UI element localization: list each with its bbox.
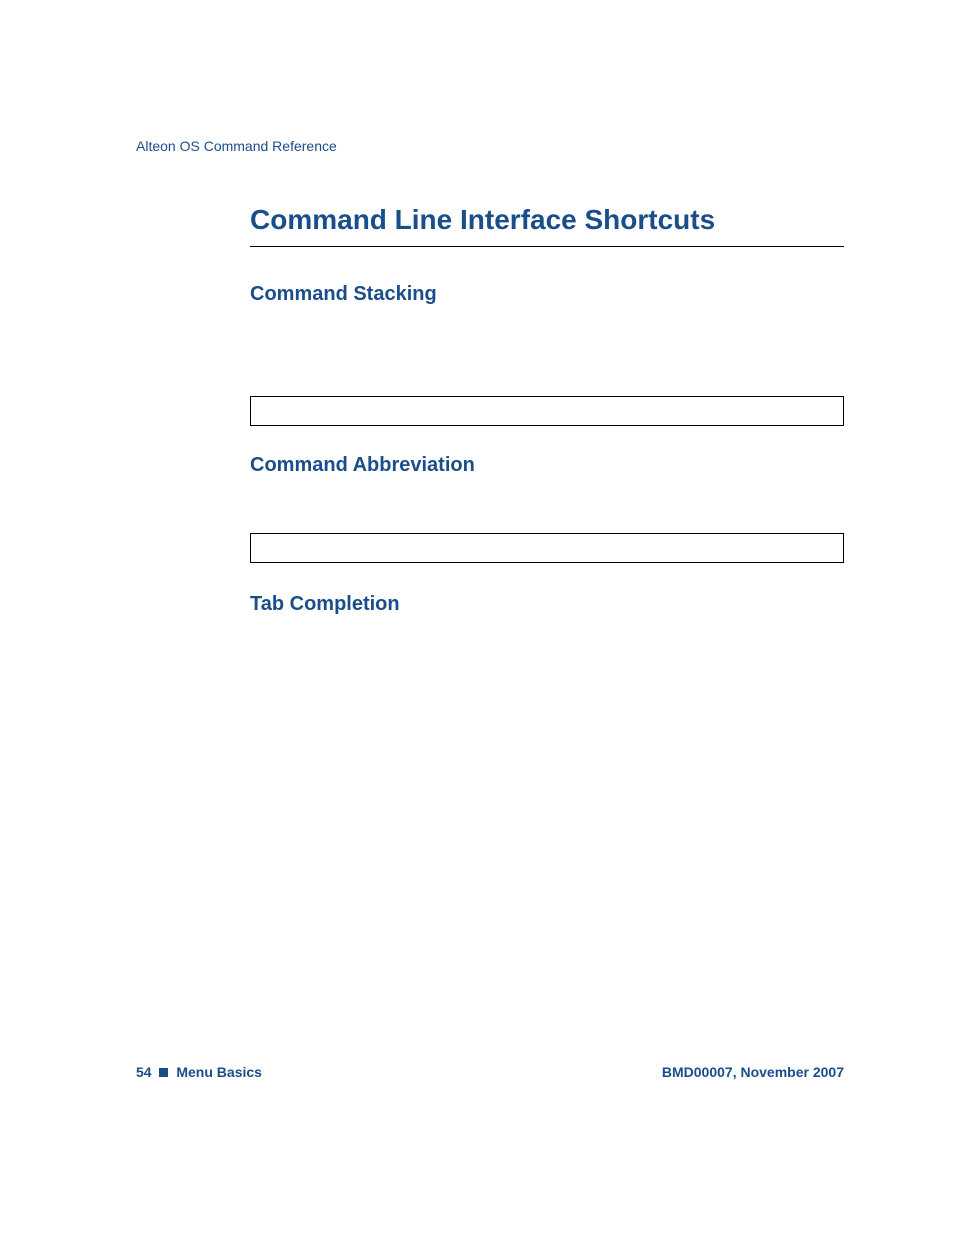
code-box-abbreviation [250, 533, 844, 563]
h2-command-stacking: Command Stacking [250, 283, 844, 306]
footer-page-number: 54 [136, 1064, 152, 1080]
footer-doc-id: BMD00007, November 2007 [662, 1064, 844, 1080]
doc-title: Alteon OS Command Reference [136, 138, 844, 154]
code-box-stacking [250, 396, 844, 426]
h1-cli-shortcuts: Command Line Interface Shortcuts [250, 204, 844, 247]
h2-tab-completion: Tab Completion [250, 593, 844, 616]
footer-chapter: Menu Basics [176, 1064, 262, 1080]
footer-square-icon [159, 1068, 168, 1077]
h2-command-abbreviation: Command Abbreviation [250, 454, 844, 477]
